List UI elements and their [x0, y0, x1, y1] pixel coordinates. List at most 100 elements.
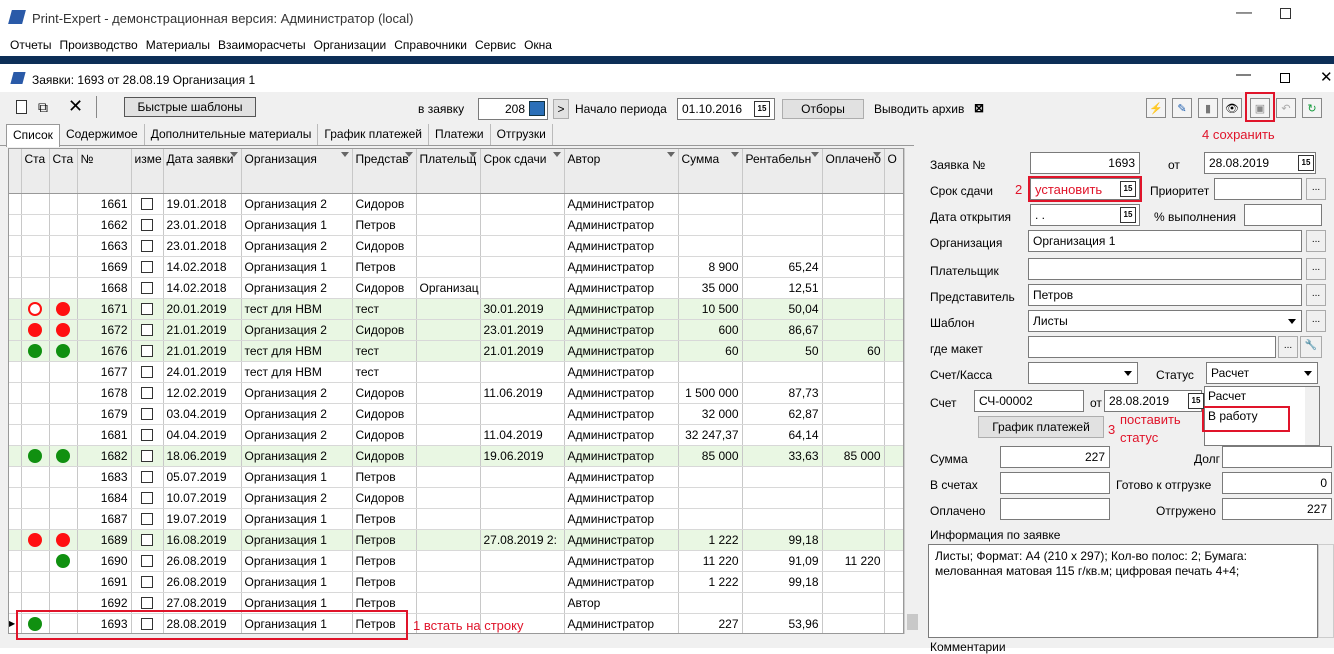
open-calendar-icon[interactable]: 15: [1120, 207, 1136, 223]
table-row[interactable]: 1663 23.01.2018 Организация 2 Сидоров Админи…: [9, 235, 903, 257]
cell-changed-checkbox[interactable]: [131, 298, 164, 320]
org-input[interactable]: Организация 1: [1028, 230, 1302, 252]
table-row[interactable]: 1678 12.02.2019 Организация 2 Сидоров 11.06.…: [9, 382, 903, 404]
archive-checkbox[interactable]: ⊠: [974, 101, 984, 115]
cell-changed-checkbox[interactable]: [131, 361, 164, 383]
template-select[interactable]: Листы: [1028, 310, 1302, 332]
grid-header-col-0[interactable]: Ста отгр: [21, 149, 50, 194]
grid-header-col-10[interactable]: Сумма: [678, 149, 743, 194]
checkbox[interactable]: [141, 219, 153, 232]
sum-input[interactable]: 227: [1000, 446, 1110, 468]
table-row[interactable]: 1677 24.01.2019 тест для НВМ тест Администра…: [9, 361, 903, 383]
table-row[interactable]: 1676 21.01.2019 тест для НВМ тест 21.01.2019…: [9, 340, 903, 362]
grid-scrollbar[interactable]: [904, 148, 920, 634]
checkbox[interactable]: [141, 345, 153, 358]
grid-header-col-12[interactable]: Оплачено: [822, 149, 885, 194]
layout-input[interactable]: [1028, 336, 1276, 358]
undo-icon[interactable]: ↶: [1276, 98, 1296, 118]
tab-1[interactable]: Содержимое: [60, 124, 145, 145]
cell-changed-checkbox[interactable]: [131, 256, 164, 278]
percent-input[interactable]: [1244, 204, 1322, 226]
dropdown-scrollbar[interactable]: [1305, 387, 1319, 445]
cell-changed-checkbox[interactable]: [131, 319, 164, 341]
account-select[interactable]: [1028, 362, 1138, 384]
cell-changed-checkbox[interactable]: [131, 424, 164, 446]
debt-input[interactable]: [1222, 446, 1332, 468]
chevron-down-icon[interactable]: [1285, 313, 1299, 329]
binoculars-icon[interactable]: 👁: [1222, 98, 1242, 118]
ready-ship-input[interactable]: 0: [1222, 472, 1332, 494]
tab-0[interactable]: Список: [6, 124, 60, 147]
cell-changed-checkbox[interactable]: [131, 529, 164, 551]
table-row[interactable]: 1687 19.07.2019 Организация 1 Петров Админис…: [9, 508, 903, 530]
grid-header-col-9[interactable]: Автор: [564, 149, 679, 194]
menu-item-3[interactable]: Взаиморасчеты: [218, 38, 306, 52]
quick-templates-button[interactable]: Быстрые шаблоны: [124, 97, 256, 117]
checkbox[interactable]: [141, 597, 153, 610]
edit-icon[interactable]: ✎: [1172, 98, 1192, 118]
shipped-input[interactable]: 227: [1222, 498, 1332, 520]
grid-header-col-1[interactable]: Ста опл: [49, 149, 78, 194]
cell-changed-checkbox[interactable]: [131, 382, 164, 404]
table-row[interactable]: 1671 20.01.2019 тест для НВМ тест 30.01.2019…: [9, 298, 903, 320]
payer-ellipsis-button[interactable]: ...: [1306, 258, 1326, 280]
checkbox[interactable]: [141, 282, 153, 295]
cell-changed-checkbox[interactable]: [131, 277, 164, 299]
rep-ellipsis-button[interactable]: ...: [1306, 284, 1326, 306]
cell-changed-checkbox[interactable]: [131, 571, 164, 593]
tab-4[interactable]: Платежи: [429, 124, 491, 145]
cell-changed-checkbox[interactable]: [131, 445, 164, 467]
grid-header-col-7[interactable]: Плательщ: [416, 149, 481, 194]
info-scrollbar[interactable]: [1318, 544, 1334, 638]
template-ellipsis-button[interactable]: ...: [1306, 310, 1326, 332]
inner-minimize-icon[interactable]: —: [1236, 66, 1251, 83]
table-row[interactable]: 1669 14.02.2018 Организация 1 Петров Админис…: [9, 256, 903, 278]
checkbox[interactable]: [141, 198, 153, 211]
rep-input[interactable]: Петров: [1028, 284, 1302, 306]
table-row[interactable]: 1691 26.08.2019 Организация 1 Петров Админис…: [9, 571, 903, 593]
status-option-calc[interactable]: Расчет: [1205, 387, 1319, 405]
grid-header-col-6[interactable]: Представ: [352, 149, 417, 194]
calendar-icon[interactable]: 15: [754, 101, 770, 117]
priority-ellipsis-button[interactable]: ...: [1306, 178, 1326, 200]
menu-item-5[interactable]: Справочники: [394, 38, 467, 52]
from-calendar-icon[interactable]: 15: [1298, 155, 1314, 171]
table-row[interactable]: 1662 23.01.2018 Организация 1 Петров Админис…: [9, 214, 903, 236]
org-ellipsis-button[interactable]: ...: [1306, 230, 1326, 252]
wrench-icon[interactable]: 🔧: [1300, 336, 1322, 358]
minimize-icon[interactable]: —: [1236, 4, 1252, 22]
invoice-calendar-icon[interactable]: 15: [1188, 393, 1204, 409]
invoice-input[interactable]: СЧ-00002: [974, 390, 1084, 412]
menu-item-1[interactable]: Производство: [59, 38, 137, 52]
menu-item-6[interactable]: Сервис: [475, 38, 516, 52]
cell-changed-checkbox[interactable]: [131, 466, 164, 488]
copy-icon[interactable]: ⧉: [38, 99, 48, 116]
checkbox[interactable]: [141, 471, 153, 484]
checkbox[interactable]: [141, 492, 153, 505]
grid-header-col-11[interactable]: Рентабельн: [742, 149, 823, 194]
checkbox[interactable]: [141, 513, 153, 526]
table-row[interactable]: 1682 18.06.2019 Организация 2 Сидоров 19.06.…: [9, 445, 903, 467]
checkbox[interactable]: [141, 387, 153, 400]
table-row[interactable]: 1684 10.07.2019 Организация 2 Сидоров Админи…: [9, 487, 903, 509]
cell-changed-checkbox[interactable]: [131, 508, 164, 530]
payment-schedule-button[interactable]: График платежей: [978, 416, 1104, 438]
grid-header-col-2[interactable]: №: [77, 149, 132, 194]
checkbox[interactable]: [141, 429, 153, 442]
table-row[interactable]: 1668 14.02.2018 Организация 2 Сидоров Органи…: [9, 277, 903, 299]
grid-header-col-13[interactable]: О: [884, 149, 903, 194]
scroll-thumb[interactable]: [907, 614, 918, 630]
cell-changed-checkbox[interactable]: [131, 487, 164, 509]
tab-2[interactable]: Дополнительные материалы: [145, 124, 319, 145]
cell-changed-checkbox[interactable]: [131, 340, 164, 362]
cell-changed-checkbox[interactable]: [131, 193, 164, 215]
table-row[interactable]: 1672 21.01.2019 Организация 2 Сидоров 23.01.…: [9, 319, 903, 341]
cell-changed-checkbox[interactable]: [131, 214, 164, 236]
checkbox[interactable]: [141, 366, 153, 379]
table-row[interactable]: 1661 19.01.2018 Организация 2 Сидоров Админи…: [9, 193, 903, 215]
menu-item-4[interactable]: Организации: [314, 38, 387, 52]
table-row[interactable]: 1681 04.04.2019 Организация 2 Сидоров 11.04.…: [9, 424, 903, 446]
layout-ellipsis-button[interactable]: ...: [1278, 336, 1298, 358]
payer-input[interactable]: [1028, 258, 1302, 280]
checkbox[interactable]: [141, 324, 153, 337]
